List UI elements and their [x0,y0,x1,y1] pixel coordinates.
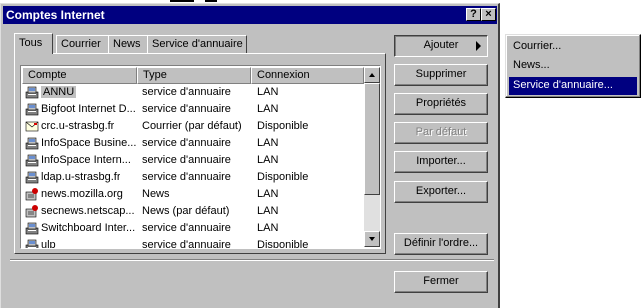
account-connection: Disponible [257,171,309,183]
delete-button[interactable]: Supprimer [394,64,488,86]
add-submenu: Courrier... News... Service d'annuaire..… [505,34,641,98]
account-type: service d'annuaire [142,239,231,249]
account-connection: Disponible [257,120,309,132]
submenu-arrow-icon [476,41,481,51]
news-icon [25,187,39,201]
account-type: service d'annuaire [142,154,231,166]
directory-icon [25,102,39,116]
mail-icon [25,119,39,133]
account-name: ulp [41,239,56,249]
triangle-down-icon [369,237,375,241]
account-connection: LAN [257,188,279,200]
accounts-list[interactable]: Compte Type Connexion ANNU service d'annu… [20,65,381,249]
table-row[interactable]: crc.u-strasbg.fr Courrier (par défaut) Dis… [22,118,362,135]
help-button[interactable]: ? [466,8,481,21]
column-header-connexion[interactable]: Connexion [251,67,364,84]
menu-item-service-annuaire[interactable]: Service d'annuaire... [509,77,637,95]
set-default-button[interactable]: Par défaut [394,122,488,144]
triangle-up-icon [369,73,375,77]
account-name: ldap.u-strasbg.fr [41,171,121,183]
account-type: News [142,188,170,200]
menu-item-courrier[interactable]: Courrier... [509,38,637,56]
directory-icon [25,153,39,167]
account-name: crc.u-strasbg.fr [41,120,115,132]
directory-icon [25,238,39,248]
directory-icon [25,136,39,150]
table-row[interactable]: Switchboard Inter... service d'annuaire LA… [22,220,362,237]
account-type: service d'annuaire [142,137,231,149]
vertical-scrollbar[interactable] [364,67,380,247]
table-row[interactable]: secnews.netscap... News (par défaut) LAN [22,203,362,220]
account-name: ANNU [41,86,77,98]
table-row[interactable]: InfoSpace Intern... service d'annuaire LAN [22,152,362,169]
account-name: InfoSpace Intern... [41,154,131,166]
directory-icon [25,221,39,235]
account-connection: LAN [257,137,279,149]
scroll-down-arrow[interactable] [364,231,380,247]
account-connection: LAN [257,154,279,166]
add-button-label: Ajouter [423,39,459,51]
account-connection: Disponible [257,239,309,249]
account-name: secnews.netscap... [41,205,135,217]
account-type: service d'annuaire [142,222,231,234]
news-icon [25,204,39,218]
account-type: service d'annuaire [142,103,231,115]
account-name: Switchboard Inter... [41,222,136,234]
table-row[interactable]: Bigfoot Internet D... service d'annuaire L… [22,101,362,118]
add-button[interactable]: Ajouter [394,35,488,57]
properties-button[interactable]: Propriétés [394,93,488,115]
import-button[interactable]: Importer... [394,151,488,173]
tab-news[interactable]: News [108,35,150,53]
window-title: Comptes Internet [6,8,105,22]
account-name: news.mozilla.org [41,188,123,200]
directory-icon [25,170,39,184]
close-dialog-button[interactable]: Fermer [394,271,488,293]
account-connection: LAN [257,222,279,234]
directory-icon [25,85,39,99]
scroll-thumb[interactable] [364,83,380,195]
column-header-type[interactable]: Type [137,67,251,84]
account-type: service d'annuaire [142,86,231,98]
title-bar: Comptes Internet ? × [3,6,497,24]
account-name: Bigfoot Internet D... [41,103,136,115]
account-connection: LAN [257,86,279,98]
table-row[interactable]: InfoSpace Busine... service d'annuaire LAN [22,135,362,152]
account-name: InfoSpace Busine... [41,137,137,149]
account-connection: LAN [257,205,279,217]
table-row[interactable]: ldap.u-strasbg.fr service d'annuaire Dispo… [22,169,362,186]
close-button[interactable]: × [481,8,496,21]
account-type: News (par défaut) [142,205,230,217]
menu-item-news[interactable]: News... [509,57,637,75]
export-button[interactable]: Exporter... [394,181,488,203]
account-type: Courrier (par défaut) [142,120,242,132]
scroll-up-arrow[interactable] [364,67,380,83]
tab-tous[interactable]: Tous [14,33,53,54]
table-row[interactable]: ulp service d'annuaire Disponible [22,237,362,249]
table-row[interactable]: news.mozilla.org News LAN [22,186,362,203]
account-type: service d'annuaire [142,171,231,183]
separator [10,259,494,261]
table-row[interactable]: ANNU service d'annuaire LAN [22,84,362,101]
tab-service-annuaire[interactable]: Service d'annuaire [147,35,247,53]
column-header-compte[interactable]: Compte [22,67,137,84]
set-order-button[interactable]: Définir l'ordre... [394,233,488,255]
account-connection: LAN [257,103,279,115]
